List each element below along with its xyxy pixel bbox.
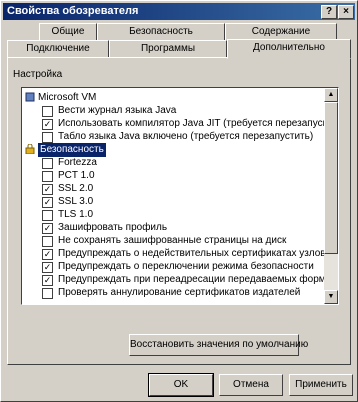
scroll-up-button[interactable]: ▲ bbox=[324, 88, 338, 102]
checked-checkbox[interactable]: ✓ bbox=[42, 119, 53, 130]
settings-item-label: SSL 2.0 bbox=[58, 183, 94, 194]
checked-checkbox[interactable]: ✓ bbox=[42, 262, 53, 273]
checked-checkbox[interactable]: ✓ bbox=[42, 223, 53, 234]
settings-checkbox-row[interactable]: ✓ Использовать компилятор Java JIT (требу… bbox=[22, 117, 330, 131]
settings-checkbox-row[interactable]: Fortezza bbox=[22, 156, 322, 170]
unchecked-checkbox[interactable] bbox=[42, 236, 53, 247]
unchecked-checkbox[interactable] bbox=[42, 106, 53, 117]
help-button[interactable]: ? bbox=[321, 5, 337, 19]
settings-list[interactable]: Microsoft VM Вести журнал языка Java ✓ Испо… bbox=[21, 87, 339, 305]
checked-checkbox[interactable]: ✓ bbox=[42, 249, 53, 260]
settings-checkbox-row[interactable]: TLS 1.0 bbox=[22, 208, 322, 222]
settings-item-label: Предупреждать при переадресации передава… bbox=[58, 274, 326, 285]
tab-advanced[interactable]: Дополнительно bbox=[227, 39, 351, 59]
unchecked-checkbox[interactable] bbox=[42, 210, 53, 221]
close-button[interactable]: × bbox=[338, 5, 354, 19]
unchecked-checkbox[interactable] bbox=[42, 171, 53, 182]
scroll-thumb[interactable] bbox=[324, 102, 338, 254]
settings-checkbox-row[interactable]: Табло языка Java включено (требуется пер… bbox=[22, 130, 322, 144]
settings-checkbox-row[interactable]: ✓ SSL 3.0 bbox=[22, 195, 322, 209]
settings-item-label: Вести журнал языка Java bbox=[58, 105, 177, 116]
ok-button[interactable]: OK bbox=[148, 373, 214, 397]
checked-checkbox[interactable]: ✓ bbox=[42, 275, 53, 286]
unchecked-checkbox[interactable] bbox=[42, 158, 53, 169]
settings-item-label: Безопасность bbox=[38, 143, 106, 157]
settings-item-label: Предупреждать о переключении режима безо… bbox=[58, 261, 314, 272]
settings-group-0[interactable]: Microsoft VM bbox=[22, 91, 322, 105]
settings-item-label: TLS 1.0 bbox=[58, 209, 94, 220]
checked-checkbox[interactable]: ✓ bbox=[42, 184, 53, 195]
settings-checkbox-row[interactable]: ✓ Предупреждать при переадресации передав… bbox=[22, 273, 326, 287]
apply-button[interactable]: Применить bbox=[289, 374, 353, 396]
title-bar[interactable]: Свойства обозревателя ? × bbox=[3, 3, 355, 20]
vertical-scrollbar[interactable]: ▲ ▼ bbox=[324, 88, 338, 304]
cancel-button[interactable]: Отмена bbox=[219, 374, 283, 396]
settings-checkbox-row[interactable]: Не сохранять зашифрованные страницы на д… bbox=[22, 234, 322, 248]
scroll-down-button[interactable]: ▼ bbox=[324, 290, 338, 304]
unchecked-checkbox[interactable] bbox=[42, 132, 53, 143]
dialog-window: Свойства обозревателя ? × Общие Безопасн… bbox=[0, 0, 358, 402]
settings-item-label: Не сохранять зашифрованные страницы на д… bbox=[58, 235, 287, 246]
settings-item-label: PCT 1.0 bbox=[58, 170, 95, 181]
tab-connections[interactable]: Подключение bbox=[7, 40, 109, 58]
settings-checkbox-row[interactable]: ✓ Предупреждать о переключении режима без… bbox=[22, 260, 322, 274]
lock-icon bbox=[25, 143, 35, 155]
window-title: Свойства обозревателя bbox=[7, 5, 139, 17]
tab-general[interactable]: Общие bbox=[39, 23, 97, 41]
settings-checkbox-row[interactable]: PCT 1.0 bbox=[22, 169, 322, 183]
settings-item-label: Microsoft VM bbox=[38, 92, 97, 103]
settings-item-label: Табло языка Java включено (требуется пер… bbox=[58, 131, 314, 142]
settings-item-label: SSL 3.0 bbox=[58, 196, 94, 207]
checked-checkbox[interactable]: ✓ bbox=[42, 197, 53, 208]
settings-item-label: Предупреждать о недействительных сертифи… bbox=[58, 248, 326, 259]
tab-security[interactable]: Безопасность bbox=[97, 23, 225, 41]
settings-checkbox-row[interactable]: ✓ SSL 2.0 bbox=[22, 182, 322, 196]
settings-item-label: Проверять аннулирование сертификатов изд… bbox=[58, 287, 301, 298]
settings-item-label: Зашифровать профиль bbox=[58, 222, 168, 233]
unchecked-checkbox[interactable] bbox=[42, 288, 53, 299]
settings-checkbox-row[interactable]: ✓ Предупреждать о недействительных сертиф… bbox=[22, 247, 326, 261]
settings-checkbox-row[interactable]: ✓ Зашифровать профиль bbox=[22, 221, 322, 235]
settings-group-4[interactable]: Безопасность bbox=[22, 143, 322, 157]
tab-programs[interactable]: Программы bbox=[109, 40, 227, 58]
settings-item-label: Использовать компилятор Java JIT (требуе… bbox=[58, 118, 331, 129]
settings-checkbox-row[interactable]: Проверять аннулирование сертификатов изд… bbox=[22, 286, 322, 300]
settings-group-label: Настройка bbox=[13, 69, 63, 80]
java-vm-icon bbox=[25, 92, 35, 102]
settings-checkbox-row[interactable]: Вести журнал языка Java bbox=[22, 104, 322, 118]
settings-item-label: Fortezza bbox=[58, 157, 97, 168]
